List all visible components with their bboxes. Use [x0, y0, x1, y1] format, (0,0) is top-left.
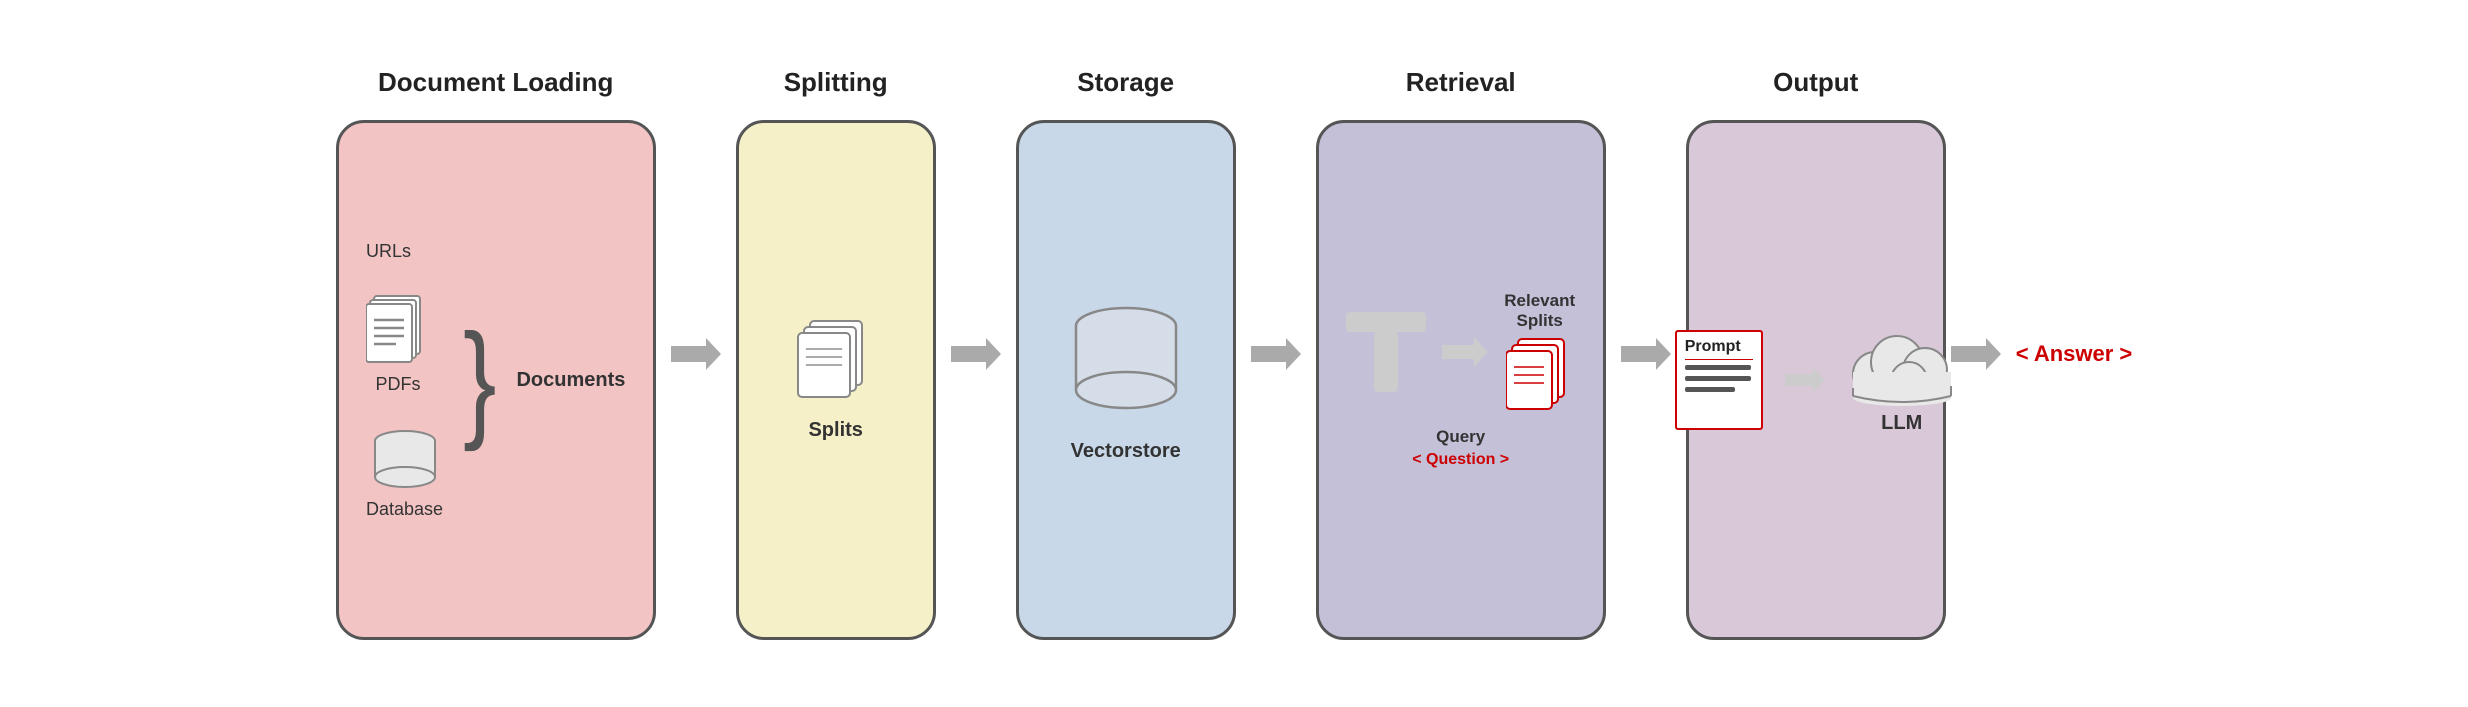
retrieval-top: RelevantSplits: [1346, 291, 1575, 413]
relevant-splits-icon: [1506, 337, 1574, 413]
prompt-title: Prompt: [1685, 338, 1753, 360]
arrow-3: [1246, 334, 1306, 374]
arrow-4: [1616, 334, 1676, 374]
llm-label: LLM: [1881, 412, 1922, 435]
splits-label: Splits: [808, 419, 862, 442]
lookup-icon: [1346, 302, 1426, 402]
arrow-2: [946, 334, 1006, 374]
stage-storage: Storage Vectorstore: [1016, 67, 1236, 640]
prompt-line-2: [1685, 376, 1751, 381]
final-answer-area: < Answer >: [1946, 334, 2133, 374]
answer-label: < Answer >: [2016, 341, 2133, 367]
stage-retrieval-title: Retrieval: [1406, 67, 1516, 98]
stage-doc-loading-title: Document Loading: [378, 67, 613, 98]
retrieval-bottom: Query < Question >: [1412, 427, 1509, 469]
stage-splitting-title: Splitting: [784, 67, 888, 98]
retrieval-box: RelevantSplits Query: [1316, 120, 1606, 640]
stage-storage-title: Storage: [1077, 67, 1174, 98]
prompt-line-3: [1685, 387, 1735, 392]
pdfs-label: PDFs: [376, 374, 421, 395]
vectorstore-label: Vectorstore: [1071, 440, 1181, 463]
llm-cloud-area: LLM: [1847, 326, 1957, 435]
prompt-line-1: [1685, 365, 1751, 370]
source-urls: URLs: [366, 241, 411, 262]
stage-retrieval: Retrieval: [1316, 67, 1606, 640]
stage-doc-loading: Document Loading URLs: [336, 67, 656, 640]
storage-box: Vectorstore: [1016, 120, 1236, 640]
doc-loading-box: URLs: [336, 120, 656, 640]
pdf-icon: [366, 292, 430, 368]
retrieval-horiz-arrow: [1440, 335, 1490, 369]
output-box: Prompt: [1686, 120, 1946, 640]
splits-wrapper: Splits: [796, 319, 876, 442]
doc-sources: URLs: [366, 241, 443, 520]
diagram: Document Loading URLs: [0, 0, 2468, 707]
database-icon: [369, 425, 441, 493]
question-label: < Question >: [1412, 451, 1509, 469]
output-inner: Prompt: [1675, 326, 1957, 435]
stage-splitting: Splitting Splits: [736, 67, 936, 640]
stage-output-title: Output: [1773, 67, 1858, 98]
source-database: Database: [366, 425, 443, 520]
output-inner-arrow: [1783, 365, 1827, 395]
brace-icon: }: [463, 315, 496, 445]
prompt-box: Prompt: [1675, 330, 1763, 430]
stage-output: Output Prompt: [1686, 67, 1946, 640]
query-label: Query: [1436, 427, 1485, 447]
llm-cloud-icon: [1847, 326, 1957, 406]
relevant-splits-label: RelevantSplits: [1504, 291, 1575, 331]
urls-label: URLs: [366, 241, 411, 262]
vectorstore-icon: [1066, 298, 1186, 418]
database-label: Database: [366, 499, 443, 520]
splitting-box: Splits: [736, 120, 936, 640]
relevant-splits-area: RelevantSplits: [1504, 291, 1575, 413]
retrieval-inner: RelevantSplits Query: [1339, 291, 1583, 469]
documents-label: Documents: [516, 369, 625, 392]
arrow-1: [666, 334, 726, 374]
source-pdfs: PDFs: [366, 292, 430, 395]
splits-icon: [796, 319, 876, 409]
